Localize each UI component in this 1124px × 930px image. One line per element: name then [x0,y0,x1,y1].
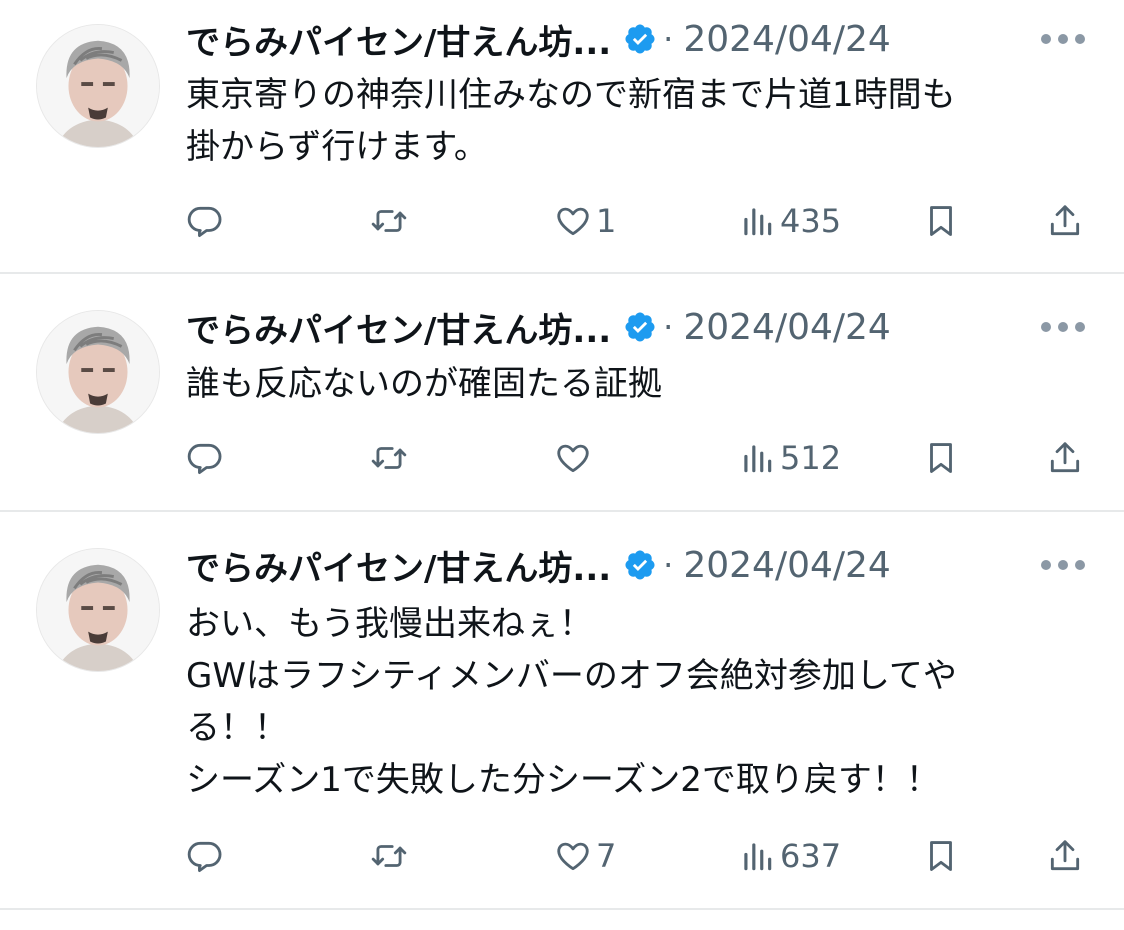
verified-badge-icon [625,312,655,342]
like-count: 1 [596,202,617,240]
reply-button[interactable] [186,834,228,878]
bookmark-button[interactable] [922,834,960,878]
avatar[interactable] [36,548,160,672]
like-button[interactable]: 1 [554,199,616,243]
display-name[interactable]: でらみパイセン/甘えん坊... [186,303,611,352]
display-name[interactable]: でらみパイセン/甘えん坊... [186,15,611,64]
tweet[interactable]: でらみパイセン/甘えん坊... · 2024/04/24 誰も反応ないのが確固た… [0,274,1124,510]
view-count: 435 [780,202,842,240]
tweet-text: 東京寄りの神奈川住みなので新宿まで片道1時間も 掛からず行けます。 [186,69,1106,173]
tweet-text-line: 誰も反応ないのが確固たる証拠 [186,364,662,404]
ellipsis-icon[interactable] [1040,33,1086,45]
views-button[interactable]: 435 [738,199,841,243]
view-count: 637 [780,837,842,875]
tweet-text-line: 掛からず行けます。 [186,127,488,167]
ellipsis-icon[interactable] [1040,321,1086,333]
bar-chart-icon [744,843,772,871]
repost-arrows-icon [371,210,407,232]
bookmark-button[interactable] [922,199,960,243]
tweet-header: でらみパイセン/甘えん坊... · 2024/04/24 [186,541,891,589]
verified-badge-icon [625,550,655,580]
share-upload-icon [1050,205,1080,236]
tweet-text: 誰も反応ないのが確固たる証拠 [186,358,1106,410]
repost-button[interactable] [370,834,412,878]
repost-arrows-icon [371,447,407,469]
avatar[interactable] [36,24,160,148]
action-bar: 1 435 [0,199,1124,243]
display-name[interactable]: でらみパイセン/甘えん坊... [186,541,611,590]
bar-chart-icon [744,208,772,236]
views-button[interactable]: 637 [738,834,841,878]
tweet-text: おい、もう我慢出来ねぇ！ GWはラフシティメンバーのオフ会絶対参加してや る！！… [186,598,1106,806]
divider [0,908,1124,910]
heart-icon [557,444,589,473]
separator-dot: · [663,308,674,346]
views-button[interactable]: 512 [738,436,841,480]
bookmark-button[interactable] [922,436,960,480]
avatar[interactable] [36,310,160,434]
tweet-header: でらみパイセン/甘えん坊... · 2024/04/24 [186,15,891,63]
tweet[interactable]: でらみパイセン/甘えん坊... · 2024/04/24 東京寄りの神奈川住みな… [0,0,1124,272]
tweet-date[interactable]: 2024/04/24 [683,19,891,60]
reply-button[interactable] [186,436,228,480]
tweet-date[interactable]: 2024/04/24 [683,545,891,586]
tweet-text-line: る！！ [186,708,288,748]
ellipsis-icon[interactable] [1040,559,1086,571]
action-bar: 7 637 [0,834,1124,878]
share-button[interactable] [1046,834,1084,878]
reply-button[interactable] [186,199,228,243]
like-count: 7 [596,837,617,875]
repost-button[interactable] [370,199,412,243]
tweet[interactable]: でらみパイセン/甘えん坊... · 2024/04/24 おい、もう我慢出来ねぇ… [0,512,1124,908]
action-bar: 512 [0,436,1124,480]
speech-bubble-icon [187,841,222,872]
speech-bubble-icon [187,443,222,474]
bookmark-icon [930,206,952,236]
tweet-date[interactable]: 2024/04/24 [683,307,891,348]
bookmark-icon [930,443,952,473]
heart-icon [557,207,589,236]
separator-dot: · [663,546,674,584]
share-button[interactable] [1046,199,1084,243]
tweet-header: でらみパイセン/甘えん坊... · 2024/04/24 [186,303,891,351]
verified-badge-icon [625,24,655,54]
repost-button[interactable] [370,436,412,480]
repost-arrows-icon [371,845,407,867]
view-count: 512 [780,439,842,477]
tweet-text-line: 東京寄りの神奈川住みなので新宿まで片道1時間も [186,75,956,115]
heart-icon [557,842,589,871]
separator-dot: · [663,20,674,58]
like-button[interactable]: 7 [554,834,616,878]
share-button[interactable] [1046,436,1084,480]
speech-bubble-icon [187,206,222,237]
bookmark-icon [930,841,952,871]
share-upload-icon [1050,840,1080,871]
bar-chart-icon [744,445,772,473]
tweet-text-line: おい、もう我慢出来ねぇ！ [186,604,593,644]
share-upload-icon [1050,442,1080,473]
like-button[interactable] [554,436,596,480]
tweet-text-line: GWはラフシティメンバーのオフ会絶対参加してや [186,656,957,696]
tweet-text-line: シーズン1で失敗した分シーズン2で取り戻す！！ [186,760,940,800]
